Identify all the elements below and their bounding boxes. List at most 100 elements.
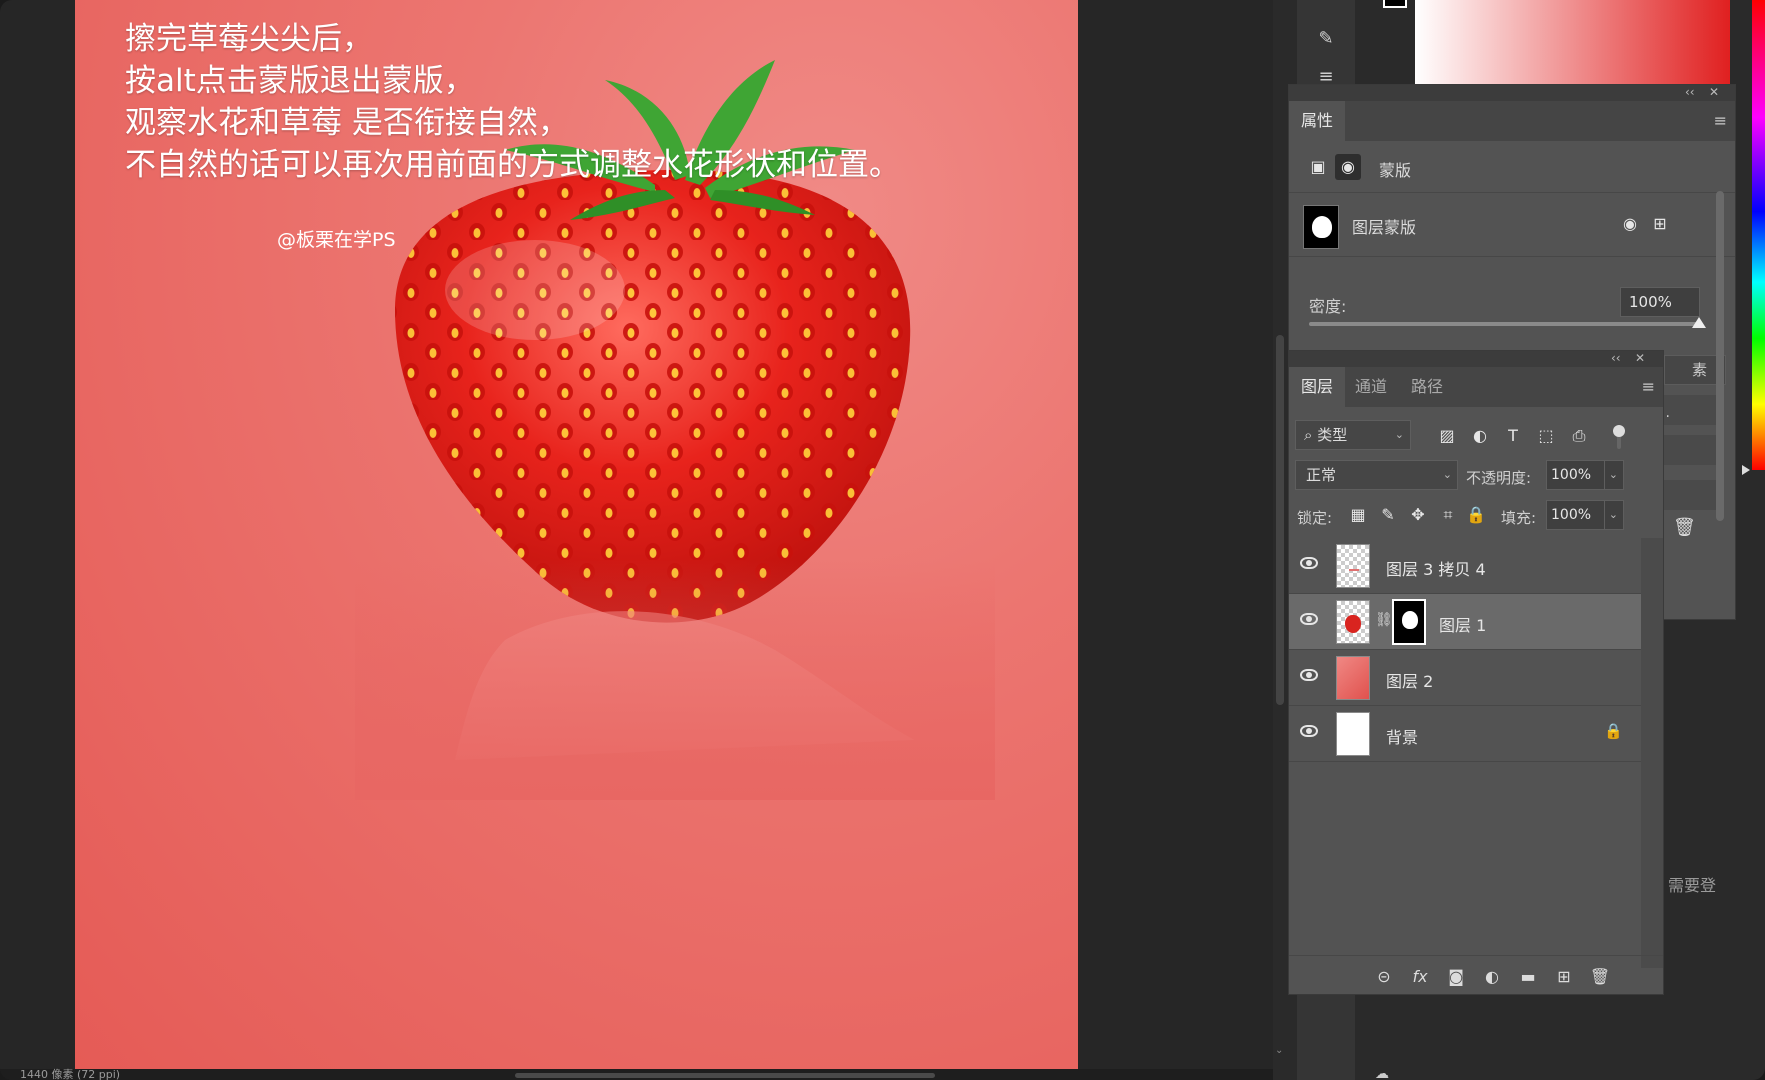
opacity-label: 不透明度: [1466,469,1532,487]
layers-footer: ⊝ fx ◙ ◐ ▬ ⊞ 🗑 [1289,955,1663,995]
layer-row[interactable]: 背景 🔒 [1289,706,1641,762]
density-label: 密度: [1309,297,1347,316]
foreground-color-swatch[interactable] [1383,0,1407,8]
properties-kind-label: 蒙版 [1379,161,1412,180]
brush-settings-icon[interactable]: ✎ [1307,22,1345,56]
layer-thumbnail [1336,600,1370,644]
properties-kind-row: ▣ ◉ 蒙版 [1289,141,1735,193]
eye-icon[interactable] [1300,725,1318,737]
layer-name[interactable]: 图层 3 拷贝 4 [1386,556,1486,580]
brush-icon[interactable]: ✎ [1375,502,1401,528]
blend-mode-select[interactable]: 正常 ⌄ [1295,460,1458,490]
close-icon[interactable]: ✕ [1709,85,1719,99]
layers-panel: ‹‹ ✕ 图层 通道 路径 ≡ ⌕ 类型 ⌄ ▨ ◐ T ⬚ ⎙ 正常 ⌄ 不透… [1288,350,1664,995]
layer-list-scrollbar[interactable] [1641,538,1663,968]
layer-name[interactable]: 图层 2 [1386,668,1433,692]
shape-icon[interactable]: ⬚ [1533,423,1559,449]
link-layers-icon[interactable]: ⊝ [1371,964,1397,990]
layer-row[interactable]: ⛓ 图层 1 [1289,594,1641,650]
vertical-scrollbar[interactable]: ⌄ [1273,0,1287,1080]
horizontal-scrollbar[interactable] [515,1073,935,1078]
mask-name-label: 图层蒙版 [1352,218,1417,237]
fill-input[interactable]: 100% ⌄ [1546,500,1624,530]
opacity-value: 100% [1551,467,1592,483]
layer-mask-row: 图层蒙版 ◉ ⊞ [1289,193,1735,257]
scroll-down-icon[interactable]: ⌄ [1275,1045,1283,1056]
filter-kind-select[interactable]: ⌕ 类型 ⌄ [1295,420,1411,450]
hue-slider[interactable] [1752,0,1765,470]
adjustment-layer-icon[interactable]: ◐ [1479,964,1505,990]
density-slider-handle[interactable] [1692,317,1706,328]
add-mask-icon[interactable]: ◙ [1443,964,1469,990]
layer-row[interactable]: 图层 3 拷贝 4 [1289,538,1641,594]
opacity-input[interactable]: 100% ⌄ [1546,460,1624,490]
lock-icon[interactable]: 🔒 [1463,502,1489,528]
color-picker-field[interactable] [1415,0,1730,84]
layer-name[interactable]: 图层 1 [1439,612,1486,636]
fill-label: 填充: [1501,509,1537,527]
tab-properties[interactable]: 属性 [1289,101,1346,141]
chain-link-icon[interactable]: ⛓ [1375,612,1393,628]
layer-thumbnail [1336,712,1370,756]
lock-row: 锁定: ▦ ✎ ✥ ⌗ 🔒 填充: 100% ⌄ [1289,495,1663,535]
folder-icon[interactable]: ▬ [1515,964,1541,990]
chevron-down-icon[interactable]: ⌄ [1603,501,1618,529]
type-icon[interactable]: T [1500,423,1526,449]
density-slider[interactable] [1309,322,1699,326]
half-circle-icon[interactable]: ◐ [1467,423,1493,449]
add-vector-mask-icon[interactable]: ⊞ [1647,211,1673,237]
panel-menu-icon[interactable]: ≡ [1714,111,1727,130]
eye-icon[interactable] [1300,669,1318,681]
crop-icon[interactable]: ⌗ [1435,502,1461,528]
eye-icon[interactable] [1300,557,1318,569]
layers-tabbar: 图层 通道 路径 ≡ [1289,367,1663,407]
checker-icon[interactable]: ▦ [1345,502,1371,528]
fill-value: 100% [1551,507,1592,523]
properties-scrollbar[interactable] [1714,181,1726,601]
density-input[interactable]: 100% [1620,287,1700,317]
image-icon[interactable]: ▨ [1434,423,1460,449]
document-canvas-area[interactable]: 擦完草莓尖尖后， 按alt点击蒙版退出蒙版， 观察水花和草莓 是否衔接自然， 不… [0,0,1275,1080]
select-mask-icon[interactable]: ◉ [1617,211,1643,237]
new-layer-icon[interactable]: ⊞ [1551,964,1577,990]
mask-icon[interactable]: ◉ [1335,154,1361,180]
blend-mode-label: 正常 [1306,466,1337,484]
move-icon[interactable]: ✥ [1405,502,1431,528]
properties-tabbar: 属性 ≡ [1289,101,1735,141]
properties-scroll-thumb[interactable] [1716,191,1724,521]
chevron-down-icon[interactable]: ⌄ [1603,461,1618,489]
artboard[interactable]: 擦完草莓尖尖后， 按alt点击蒙版退出蒙版， 观察水花和草莓 是否衔接自然， 不… [75,0,1078,1070]
pixel-mask-icon[interactable]: ▣ [1305,154,1331,180]
document-info: 1440 像素 (72 ppi) [20,1068,121,1080]
vertical-scroll-thumb[interactable] [1276,335,1284,705]
eye-icon[interactable] [1300,613,1318,625]
layer-thumbnail [1336,544,1370,588]
hue-slider-handle[interactable] [1742,465,1750,475]
properties-panel-titlebar[interactable]: ‹‹ ✕ [1289,85,1735,101]
login-hint: 需要登 [1668,876,1717,895]
layer-name[interactable]: 背景 [1386,724,1418,748]
chevron-down-icon: ⌄ [1394,428,1404,441]
collapse-icon[interactable]: ‹‹ [1685,85,1695,99]
fx-icon[interactable]: fx [1407,964,1433,990]
layer-mask-thumbnail[interactable] [1392,599,1426,645]
search-icon: ⌕ [1304,426,1313,444]
layer-row[interactable]: 图层 2 [1289,650,1641,706]
smart-object-icon[interactable]: ⎙ [1566,423,1592,449]
filter-toggle[interactable] [1613,425,1625,451]
tutorial-caption: 擦完草莓尖尖后， 按alt点击蒙版退出蒙版， 观察水花和草莓 是否衔接自然， 不… [125,18,945,186]
trash-icon[interactable]: 🗑 [1587,964,1613,990]
watermark: @板栗在学PS [277,229,396,251]
tab-paths[interactable]: 路径 [1399,367,1455,407]
lock-icon: 🔒 [1604,722,1623,740]
layers-panel-titlebar[interactable]: ‹‹ ✕ [1289,351,1663,367]
tab-layers[interactable]: 图层 [1289,367,1346,407]
cloud-icon[interactable]: ☁ [1375,1066,1389,1080]
close-icon[interactable]: ✕ [1635,351,1645,365]
collapse-icon[interactable]: ‹‹ [1611,351,1621,365]
layer-thumbnail [1336,656,1370,700]
delete-mask-icon[interactable]: 🗑 [1673,517,1696,538]
tab-channels[interactable]: 通道 [1343,367,1399,407]
filter-kind-label: 类型 [1317,426,1348,444]
panel-menu-icon[interactable]: ≡ [1642,377,1655,396]
